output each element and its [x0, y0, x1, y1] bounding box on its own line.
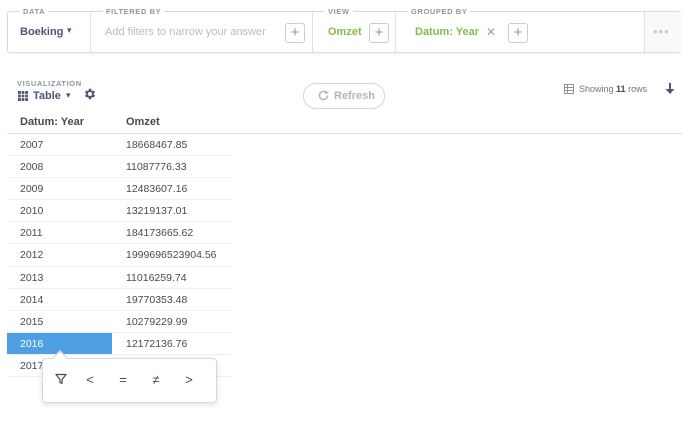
filter-placeholder[interactable]: Add filters to narrow your answer: [105, 26, 266, 38]
year-value[interactable]: 2007: [20, 139, 43, 151]
omzet-value[interactable]: 11087776.33: [126, 161, 187, 173]
filter-button[interactable]: [49, 373, 73, 393]
greater-than-button[interactable]: >: [177, 372, 201, 392]
grouped-by-label: GROUPED BY: [408, 7, 471, 16]
gear-icon[interactable]: [83, 87, 97, 101]
year-value[interactable]: 2013: [20, 272, 43, 284]
grouped-by-section: GROUPED BY Datum: Year ✕ +: [396, 7, 645, 52]
year-value[interactable]: 2017: [20, 360, 43, 372]
filter-section: FILTERED BY Add filters to narrow your a…: [91, 7, 313, 52]
query-builder-bar: DATA Boeking ▾ FILTERED BY Add filters t…: [7, 7, 682, 53]
chevron-down-icon[interactable]: ▾: [67, 25, 72, 36]
view-section-label: VIEW: [325, 7, 353, 16]
add-filter-button[interactable]: +: [285, 23, 305, 43]
refresh-button[interactable]: Refresh: [303, 83, 385, 109]
omzet-value[interactable]: 10279229.99: [126, 316, 187, 328]
table-grid-icon[interactable]: [18, 91, 28, 101]
row-count-value: 11: [616, 84, 626, 94]
year-value[interactable]: 2008: [20, 161, 43, 173]
row-count-prefix: Showing: [579, 84, 614, 94]
row-count-suffix: rows: [628, 84, 648, 94]
omzet-value[interactable]: 12172136.76: [126, 338, 187, 350]
year-value[interactable]: 2011: [20, 227, 43, 239]
equals-button[interactable]: =: [111, 372, 135, 392]
table-row: 2007 18668467.85: [7, 134, 232, 157]
refresh-icon: [318, 90, 329, 101]
data-section[interactable]: DATA Boeking ▾: [8, 7, 91, 52]
view-section: VIEW Omzet +: [313, 7, 396, 52]
omzet-value[interactable]: 1999696523904.56: [126, 249, 217, 261]
year-value[interactable]: 2010: [20, 205, 43, 217]
data-source-value[interactable]: Boeking: [20, 26, 63, 38]
filter-section-label: FILTERED BY: [103, 7, 165, 16]
table-rows-icon: [564, 84, 574, 94]
popover-arrow-fill: [53, 352, 67, 359]
visualization-type-select[interactable]: Table: [33, 90, 61, 102]
chevron-down-icon[interactable]: ▾: [66, 90, 71, 101]
add-metric-button[interactable]: +: [369, 23, 389, 43]
view-metric-value[interactable]: Omzet: [328, 26, 362, 38]
year-value[interactable]: 2014: [20, 294, 43, 306]
more-options-icon[interactable]: •••: [653, 24, 670, 39]
visualization-label: VISUALIZATION: [17, 79, 82, 88]
remove-grouping-icon[interactable]: ✕: [486, 25, 496, 39]
grouping-value[interactable]: Datum: Year: [415, 26, 479, 38]
omzet-value[interactable]: 19770353.48: [126, 294, 187, 306]
omzet-value[interactable]: 18668467.85: [126, 139, 187, 151]
omzet-value[interactable]: 11016259.74: [126, 272, 187, 284]
table-row: 2013 11016259.74: [7, 267, 232, 289]
row-count-text: Showing 11 rows: [579, 84, 647, 94]
table-row: 2008 11087776.33: [7, 156, 232, 179]
table-header: Datum: Year Omzet: [7, 110, 682, 134]
more-options-section[interactable]: •••: [645, 12, 682, 52]
table-row: 2012 1999696523904.56: [7, 244, 232, 267]
year-value[interactable]: 2009: [20, 183, 43, 195]
table-row: 2014 19770353.48: [7, 289, 232, 311]
year-value[interactable]: 2012: [20, 249, 43, 261]
omzet-value[interactable]: 13219137.01: [126, 205, 187, 217]
column-action-popover: < = ≠ >: [42, 358, 217, 403]
omzet-value[interactable]: 12483607.16: [126, 183, 187, 195]
not-equals-button[interactable]: ≠: [144, 372, 168, 392]
table-row: 2015 10279229.99: [7, 311, 232, 333]
column-header-datum-year[interactable]: Datum: Year: [20, 116, 84, 128]
add-grouping-button[interactable]: +: [508, 23, 528, 43]
table-body: 2007 18668467.85 2008 11087776.33 2009 124836…: [7, 134, 232, 378]
year-value[interactable]: 2015: [20, 316, 43, 328]
year-value[interactable]: 2016: [20, 338, 43, 350]
refresh-label: Refresh: [334, 90, 375, 102]
less-than-button[interactable]: <: [78, 372, 102, 392]
download-icon[interactable]: [664, 82, 676, 96]
omzet-value[interactable]: 184173665.62: [126, 227, 193, 239]
table-row: 2016 12172136.76: [7, 332, 232, 355]
filter-icon: [55, 373, 67, 385]
data-section-label: DATA: [20, 7, 49, 16]
column-header-omzet[interactable]: Omzet: [126, 116, 160, 128]
table-row: 2009 12483607.16: [7, 178, 232, 201]
table-row: 2011 184173665.62: [7, 222, 232, 245]
table-row: 2010 13219137.01: [7, 200, 232, 223]
